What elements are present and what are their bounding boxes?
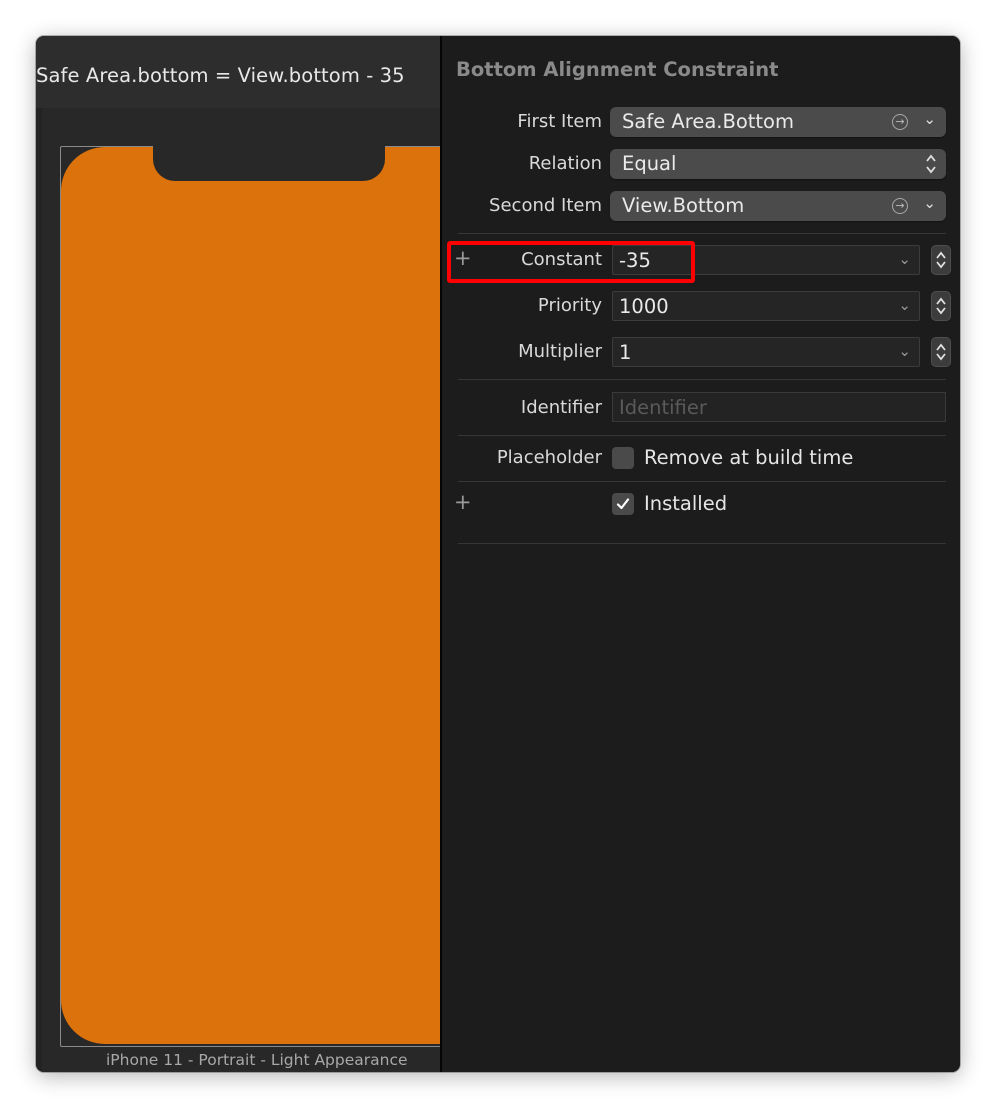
view-controller-view[interactable] bbox=[61, 147, 440, 1044]
multiplier-label: Multiplier bbox=[518, 341, 602, 362]
multiplier-stepper[interactable] bbox=[931, 337, 951, 367]
up-down-chevron-icon bbox=[926, 154, 936, 174]
relation-label: Relation bbox=[528, 153, 602, 174]
ib-canvas[interactable]: Safe Area.bottom = View.bottom - 35 iPho… bbox=[36, 36, 440, 1072]
chevron-down-icon: ⌄ bbox=[923, 110, 936, 128]
stepper-arrows-icon bbox=[936, 251, 946, 269]
attributes-inspector: Bottom Alignment Constraint First Item S… bbox=[442, 36, 960, 1072]
first-item-popup[interactable]: Safe Area.Bottom → ⌄ bbox=[610, 107, 946, 137]
priority-stepper[interactable] bbox=[931, 291, 951, 321]
annotation-highlight-box bbox=[447, 241, 695, 283]
canvas-header: Safe Area.bottom = View.bottom - 35 bbox=[36, 36, 440, 108]
first-item-label: First Item bbox=[517, 111, 602, 132]
stepper-arrows-icon bbox=[936, 297, 946, 315]
multiplier-value[interactable]: 1 bbox=[619, 341, 631, 364]
separator bbox=[458, 379, 946, 380]
go-to-arrow-icon[interactable]: → bbox=[892, 198, 908, 214]
chevron-down-icon[interactable]: ⌄ bbox=[898, 296, 911, 314]
identifier-input[interactable] bbox=[613, 393, 945, 421]
installed-checkbox[interactable] bbox=[612, 493, 634, 515]
priority-combo-field[interactable]: 1000 ⌄ bbox=[612, 291, 920, 321]
constant-stepper[interactable] bbox=[931, 245, 951, 275]
device-caption: iPhone 11 - Portrait - Light Appearance bbox=[106, 1051, 408, 1069]
identifier-label: Identifier bbox=[520, 397, 602, 418]
installed-label[interactable]: Installed bbox=[644, 492, 727, 515]
separator bbox=[458, 481, 946, 482]
separator bbox=[458, 435, 946, 436]
add-variation-plus-icon[interactable]: + bbox=[454, 492, 472, 513]
second-item-value: View.Bottom bbox=[622, 194, 745, 217]
priority-value[interactable]: 1000 bbox=[619, 295, 669, 318]
relation-popup[interactable]: Equal bbox=[610, 149, 946, 179]
relation-value: Equal bbox=[622, 152, 677, 175]
inspector-section-title: Bottom Alignment Constraint bbox=[456, 58, 779, 81]
xcode-window: Safe Area.bottom = View.bottom - 35 iPho… bbox=[36, 36, 960, 1072]
constraint-title: Safe Area.bottom = View.bottom - 35 bbox=[36, 64, 405, 87]
separator bbox=[458, 543, 946, 544]
second-item-popup[interactable]: View.Bottom → ⌄ bbox=[610, 191, 946, 221]
device-notch bbox=[153, 144, 385, 181]
chevron-down-icon: ⌄ bbox=[923, 194, 936, 212]
placeholder-label: Placeholder bbox=[496, 447, 602, 468]
remove-at-build-time-checkbox[interactable] bbox=[612, 447, 634, 469]
priority-label: Priority bbox=[537, 295, 602, 316]
checkmark-icon bbox=[616, 498, 630, 510]
canvas-gutter bbox=[36, 108, 42, 1072]
second-item-label: Second Item bbox=[489, 195, 602, 216]
multiplier-combo-field[interactable]: 1 ⌄ bbox=[612, 337, 920, 367]
go-to-arrow-icon[interactable]: → bbox=[892, 114, 908, 130]
remove-at-build-time-label[interactable]: Remove at build time bbox=[644, 446, 853, 469]
identifier-field[interactable] bbox=[612, 392, 946, 422]
separator bbox=[458, 233, 946, 234]
chevron-down-icon[interactable]: ⌄ bbox=[898, 342, 911, 360]
stepper-arrows-icon bbox=[936, 343, 946, 361]
chevron-down-icon[interactable]: ⌄ bbox=[898, 250, 911, 268]
first-item-value: Safe Area.Bottom bbox=[622, 110, 794, 133]
